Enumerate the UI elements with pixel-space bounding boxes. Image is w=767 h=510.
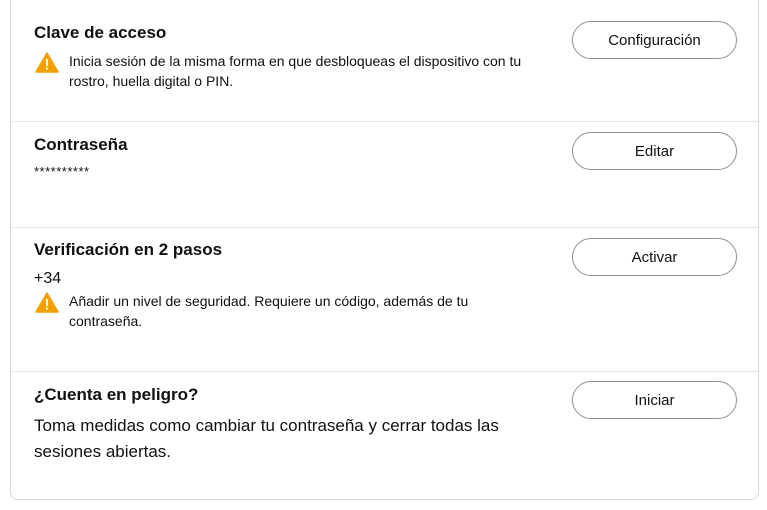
two-step-section: Verificación en 2 pasos +34 Añadir un ni…	[11, 228, 758, 371]
warning-icon	[35, 52, 59, 73]
two-step-phone: +34	[34, 270, 62, 287]
account-at-risk-text: Toma medidas como cambiar tu contraseña …	[34, 416, 499, 461]
passkey-section: Clave de acceso Inicia sesión de la mism…	[11, 0, 758, 121]
password-edit-button[interactable]: Editar	[572, 132, 737, 170]
sign-in-security-card: Clave de acceso Inicia sesión de la mism…	[10, 0, 759, 500]
account-at-risk-start-button[interactable]: Iniciar	[572, 381, 737, 419]
password-masked-value: **********	[34, 164, 90, 179]
account-at-risk-section: ¿Cuenta en peligro? Toma medidas como ca…	[11, 372, 758, 500]
two-step-title: Verificación en 2 pasos	[34, 240, 223, 259]
passkey-configure-button[interactable]: Configuración	[572, 21, 737, 59]
account-at-risk-title: ¿Cuenta en peligro?	[34, 385, 199, 404]
password-section: Contraseña ********** Editar	[11, 122, 758, 227]
warning-icon	[35, 292, 59, 313]
password-title: Contraseña	[34, 135, 128, 154]
two-step-warning-text: Añadir un nivel de seguridad. Requiere u…	[69, 293, 469, 329]
passkey-title: Clave de acceso	[34, 23, 167, 42]
passkey-warning-text: Inicia sesión de la misma forma en que d…	[69, 53, 522, 89]
two-step-activate-button[interactable]: Activar	[572, 238, 737, 276]
